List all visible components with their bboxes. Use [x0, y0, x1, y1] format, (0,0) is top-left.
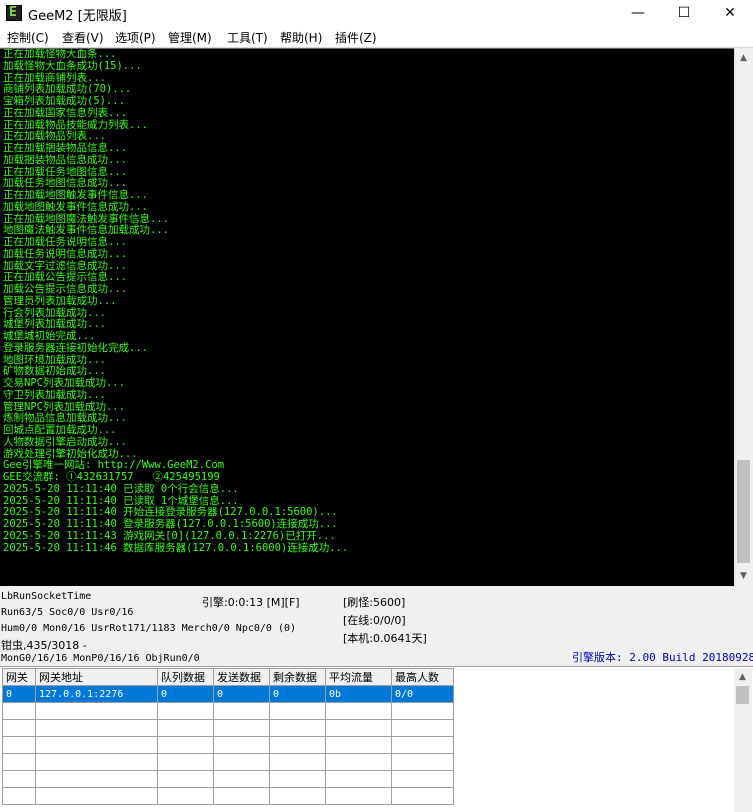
console-line: 加载捆装物品信息成功...	[3, 153, 127, 166]
console-line: 人物数据引擎启动成功...	[3, 435, 127, 448]
col-header-gateway[interactable]: 网关	[2, 668, 36, 686]
table-row-empty	[2, 753, 454, 771]
title-bar: E GeeM2 [无限版] — ☐ ✕	[0, 0, 753, 26]
console-line: 守卫列表加载成功...	[3, 388, 106, 401]
grid-scroll-thumb[interactable]	[736, 686, 749, 704]
local-uptime: [本机:0.0641天]	[343, 632, 427, 645]
menu-tools[interactable]: 工具(T)	[227, 29, 268, 46]
scroll-up-arrow-icon[interactable]: ▲	[735, 50, 752, 67]
console-line: 正在加载地图触发事件信息...	[3, 189, 148, 201]
table-row-empty	[2, 702, 454, 720]
col-header-sent[interactable]: 发送数据	[213, 668, 270, 686]
console-line: 正在加载国家信息列表...	[3, 106, 127, 119]
table-row-empty	[2, 719, 454, 737]
table-row-empty	[2, 787, 454, 805]
console-line: 2025-5-20 11:11:43 游戏网关[0](127.0.0.1:227…	[3, 529, 336, 542]
minimize-button[interactable]: —	[615, 0, 661, 26]
cell-queue: 0	[157, 685, 214, 703]
console-line: 城堡列表加载成功...	[3, 318, 106, 331]
console-line: 地图环境加载成功...	[3, 353, 106, 366]
table-row-empty	[2, 770, 454, 788]
app-icon: E	[6, 5, 22, 21]
col-header-avg-traffic[interactable]: 平均流量	[325, 668, 392, 686]
menu-control[interactable]: 控制(C)	[7, 29, 49, 46]
gateway-grid[interactable]: 网关 网关地址 队列数据 发送数据 剩余数据 平均流量 最高人数 0 127.0…	[0, 668, 753, 812]
grid-scrollbar[interactable]: ▲	[734, 668, 752, 812]
console-line: 加载任务说明信息成功...	[3, 247, 127, 260]
close-button[interactable]: ✕	[707, 0, 753, 26]
console-line: 登录服务器连接初始化完成...	[3, 341, 148, 354]
menu-plugins[interactable]: 插件(Z)	[335, 29, 377, 46]
scroll-thumb[interactable]	[737, 460, 750, 563]
console-line: 管理员列表加载成功...	[3, 294, 117, 307]
table-row[interactable]: 0 127.0.0.1:2276 0 0 0 0b 0/0	[2, 685, 454, 703]
grid-scroll-up-arrow-icon[interactable]: ▲	[734, 670, 751, 684]
status-run-counts: Run63/5 Soc0/0 Usr0/16	[1, 607, 134, 618]
online-count: [在线:0/0/0]	[343, 614, 406, 627]
console-line: 加载怪物大血条成功(15)...	[3, 59, 142, 72]
status-mon-obj: MonG0/16/16 MonP0/16/16 ObjRun0/0	[1, 653, 200, 664]
cell-address: 127.0.0.1:2276	[35, 685, 158, 703]
console-line: 城堡城初始完成...	[3, 330, 96, 342]
scroll-down-arrow-icon[interactable]: ▼	[735, 568, 752, 585]
status-hum-mon: Hum0/0 Mon0/16 UsrRot171/1183 Merch0/0 N…	[1, 623, 297, 634]
console-line: 行会列表加载成功...	[3, 306, 106, 319]
window-title: GeeM2 [无限版]	[28, 9, 127, 24]
console-line: 2025-5-20 11:11:40 已读取 0个行会信息...	[3, 482, 239, 495]
col-header-queue[interactable]: 队列数据	[157, 668, 214, 686]
console-line: 回城点配置加载成功...	[3, 424, 117, 436]
console-line: 正在加载任务说明信息...	[3, 236, 127, 248]
console-line: 正在加载物品技能威力列表...	[3, 118, 148, 131]
console-line: 交易NPC列表加载成功...	[3, 377, 125, 389]
console-line: GEE交流群: ①432631757 ②425495199	[3, 471, 220, 483]
cell-avg-traffic: 0b	[325, 685, 392, 703]
console-line: 正在加载捆装物品信息...	[3, 142, 127, 154]
maximize-button[interactable]: ☐	[661, 0, 707, 26]
console-scrollbar[interactable]: ▲ ▼	[734, 48, 752, 586]
console-line: 加载公告提示信息成功...	[3, 283, 127, 295]
console-line: 正在加载怪物大血条...	[3, 48, 117, 60]
console-line: 2025-5-20 11:11:46 数据库服务器(127.0.0.1:6000…	[3, 541, 349, 554]
console-line: 2025-5-20 11:11:40 登录服务器(127.0.0.1:5600)…	[3, 518, 338, 530]
menu-manage[interactable]: 管理(M)	[168, 29, 212, 46]
cell-sent: 0	[213, 685, 270, 703]
status-socket-time: LbRunSocketTime	[1, 591, 92, 602]
gateway-table: 网关 网关地址 队列数据 发送数据 剩余数据 平均流量 最高人数 0 127.0…	[2, 668, 454, 805]
status-panel: LbRunSocketTime Run63/5 Soc0/0 Usr0/16 H…	[0, 587, 753, 667]
console-line: 加载地图触发事件信息成功...	[3, 200, 148, 213]
engine-version: 引擎版本: 2.00 Build 20180928	[572, 651, 753, 664]
table-header-row: 网关 网关地址 队列数据 发送数据 剩余数据 平均流量 最高人数	[2, 668, 454, 686]
col-header-remaining[interactable]: 剩余数据	[269, 668, 326, 686]
menu-help[interactable]: 帮助(H)	[280, 29, 322, 46]
refresh-monsters: [刷怪:5600]	[343, 596, 406, 609]
menu-view[interactable]: 查看(V)	[62, 29, 104, 46]
console-log[interactable]: 正在加载怪物大血条... 加载怪物大血条成功(15)... 正在加载商铺列表... 商…	[0, 48, 734, 586]
console-line: 宝箱列表加载成功(5)...	[3, 95, 125, 107]
menu-options[interactable]: 选项(P)	[115, 29, 156, 46]
col-header-max-users[interactable]: 最高人数	[391, 668, 454, 686]
cell-max-users: 0/0	[391, 685, 454, 703]
engine-time: 引擎:0:0:13 [M][F]	[202, 596, 300, 609]
col-header-address[interactable]: 网关地址	[35, 668, 158, 686]
menu-bar: 控制(C) 查看(V) 选项(P) 管理(M) 工具(T) 帮助(H) 插件(Z…	[0, 26, 753, 48]
app-icon-letter: E	[9, 5, 17, 20]
status-monster-info: 钳虫,435/3018 -	[1, 639, 87, 652]
cell-remaining: 0	[269, 685, 326, 703]
table-row-empty	[2, 736, 454, 754]
cell-gateway: 0	[2, 685, 36, 703]
